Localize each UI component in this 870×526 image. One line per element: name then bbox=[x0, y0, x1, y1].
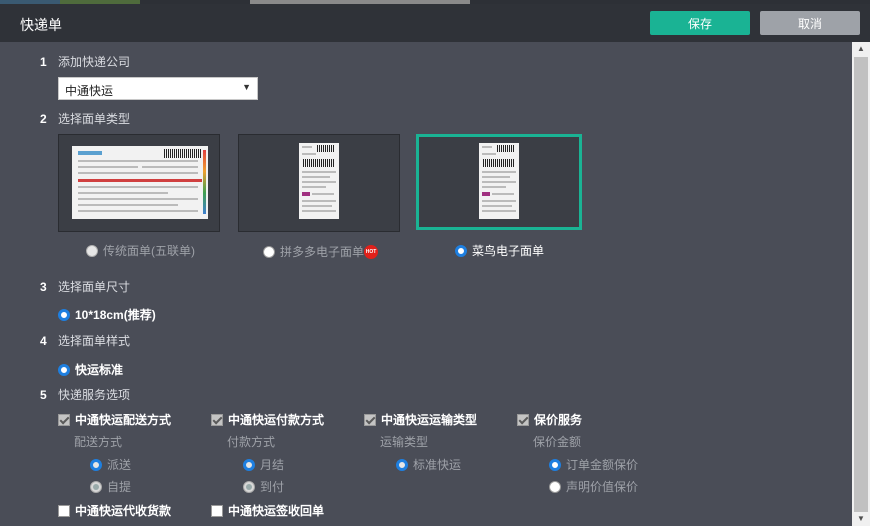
service-checkbox-delivery[interactable]: 中通快运配送方式 bbox=[58, 411, 171, 428]
step-number: 1 bbox=[40, 55, 47, 69]
slip-type-radio-traditional[interactable]: 传统面单(五联单) bbox=[86, 242, 195, 259]
dialog-header: 快递单 保存 取消 bbox=[0, 4, 870, 42]
slip-type-card-cainiao[interactable] bbox=[416, 134, 582, 230]
service-checkbox-transport[interactable]: 中通快运运输类型 bbox=[364, 411, 477, 428]
scroll-down-icon[interactable]: ▼ bbox=[852, 512, 870, 526]
dialog-body: 1 添加快递公司 中通快运 ▼ 2 选择面单类型 传统面单(五联单) 拼多多电子… bbox=[0, 42, 852, 526]
slip-type-label: 拼多多电子面单 bbox=[280, 245, 365, 259]
delivery-option-radio[interactable]: 派送 bbox=[90, 456, 131, 473]
service-sub-label: 配送方式 bbox=[74, 435, 123, 449]
option-label: 声明价值保价 bbox=[566, 480, 639, 494]
step-number: 5 bbox=[40, 388, 47, 402]
step-slip-style: 4 选择面单样式 bbox=[40, 332, 130, 349]
company-select[interactable]: 中通快运 ▼ bbox=[58, 77, 258, 100]
insurance-option-radio[interactable]: 订单金额保价 bbox=[549, 456, 638, 473]
service-checkbox-payment[interactable]: 中通快运付款方式 bbox=[211, 411, 324, 428]
style-option-radio[interactable]: 快运标准 bbox=[58, 361, 123, 378]
radio-button[interactable] bbox=[396, 458, 408, 471]
option-label: 月结 bbox=[260, 458, 285, 472]
size-option-radio[interactable]: 10*18cm(推荐) bbox=[58, 306, 156, 323]
pinduoduo-waybill-thumbnail bbox=[299, 143, 339, 219]
service-label: 中通快运配送方式 bbox=[75, 413, 172, 427]
option-label: 标准快运 bbox=[413, 458, 462, 472]
service-label: 中通快运付款方式 bbox=[228, 413, 325, 427]
slip-type-radio-cainiao[interactable]: 菜鸟电子面单 bbox=[455, 242, 544, 259]
checkbox[interactable] bbox=[211, 413, 223, 426]
service-sub-label: 保价金额 bbox=[533, 435, 582, 449]
hot-badge: HOT bbox=[364, 244, 379, 259]
step-slip-size: 3 选择面单尺寸 bbox=[40, 278, 130, 295]
checkbox[interactable] bbox=[58, 413, 70, 426]
option-label: 到付 bbox=[260, 480, 285, 494]
radio-button[interactable] bbox=[549, 458, 561, 471]
service-label: 中通快运运输类型 bbox=[381, 413, 478, 427]
step-number: 2 bbox=[40, 112, 47, 126]
cainiao-waybill-thumbnail bbox=[479, 143, 519, 219]
step-label: 选择面单尺寸 bbox=[58, 280, 131, 294]
save-button[interactable]: 保存 bbox=[650, 11, 750, 35]
scrollbar-thumb[interactable] bbox=[854, 57, 868, 512]
radio-button[interactable] bbox=[549, 480, 561, 493]
size-option-label: 10*18cm(推荐) bbox=[75, 308, 156, 322]
step-add-company: 1 添加快递公司 bbox=[40, 53, 130, 70]
radio-button[interactable] bbox=[86, 244, 98, 257]
checkbox[interactable] bbox=[517, 413, 529, 426]
dialog-title: 快递单 bbox=[20, 17, 62, 33]
service-label: 保价服务 bbox=[534, 413, 583, 427]
step-services: 5 快递服务选项 bbox=[40, 386, 130, 403]
service-sub-label: 付款方式 bbox=[227, 435, 276, 449]
cancel-button[interactable]: 取消 bbox=[760, 11, 860, 35]
radio-button[interactable] bbox=[455, 244, 467, 257]
step-label: 添加快递公司 bbox=[58, 55, 131, 69]
slip-type-label: 菜鸟电子面单 bbox=[472, 244, 545, 258]
radio-button[interactable] bbox=[243, 458, 255, 471]
slip-type-card-pinduoduo[interactable] bbox=[238, 134, 400, 232]
slip-type-radio-pinduoduo[interactable]: 拼多多电子面单 HOT bbox=[263, 243, 379, 260]
radio-button[interactable] bbox=[90, 458, 102, 471]
service-checkbox-receipt[interactable]: 中通快运签收回单 bbox=[211, 502, 324, 519]
step-label: 选择面单样式 bbox=[58, 334, 131, 348]
radio-button[interactable] bbox=[58, 308, 70, 321]
radio-button[interactable] bbox=[263, 245, 275, 258]
service-sub-label: 运输类型 bbox=[380, 435, 429, 449]
payment-option-radio[interactable]: 月结 bbox=[243, 456, 284, 473]
step-number: 4 bbox=[40, 334, 47, 348]
radio-button[interactable] bbox=[243, 480, 255, 493]
option-label: 派送 bbox=[107, 458, 132, 472]
slip-type-label: 传统面单(五联单) bbox=[103, 244, 195, 258]
checkbox[interactable] bbox=[58, 504, 70, 517]
chevron-down-icon: ▼ bbox=[242, 82, 251, 92]
style-option-label: 快运标准 bbox=[75, 363, 124, 377]
step-slip-type: 2 选择面单类型 bbox=[40, 110, 130, 127]
service-checkbox-insurance[interactable]: 保价服务 bbox=[517, 411, 582, 428]
checkbox[interactable] bbox=[211, 504, 223, 517]
radio-button[interactable] bbox=[90, 480, 102, 493]
radio-button[interactable] bbox=[58, 363, 70, 376]
scroll-up-icon[interactable]: ▲ bbox=[852, 42, 870, 56]
insurance-option-radio[interactable]: 声明价值保价 bbox=[549, 478, 638, 495]
step-number: 3 bbox=[40, 280, 47, 294]
step-label: 选择面单类型 bbox=[58, 112, 131, 126]
service-label: 中通快运签收回单 bbox=[228, 504, 325, 518]
service-label: 中通快运代收货款 bbox=[75, 504, 172, 518]
vertical-scrollbar[interactable]: ▲ ▼ bbox=[852, 42, 870, 526]
checkbox[interactable] bbox=[364, 413, 376, 426]
option-label: 自提 bbox=[107, 480, 132, 494]
slip-type-card-traditional[interactable] bbox=[58, 134, 220, 232]
traditional-waybill-thumbnail bbox=[72, 146, 208, 219]
option-label: 订单金额保价 bbox=[566, 458, 639, 472]
transport-option-radio[interactable]: 标准快运 bbox=[396, 456, 461, 473]
company-select-value: 中通快运 bbox=[65, 84, 114, 98]
service-checkbox-cod[interactable]: 中通快运代收货款 bbox=[58, 502, 171, 519]
payment-option-radio[interactable]: 到付 bbox=[243, 478, 284, 495]
delivery-option-radio[interactable]: 自提 bbox=[90, 478, 131, 495]
step-label: 快递服务选项 bbox=[58, 388, 131, 402]
